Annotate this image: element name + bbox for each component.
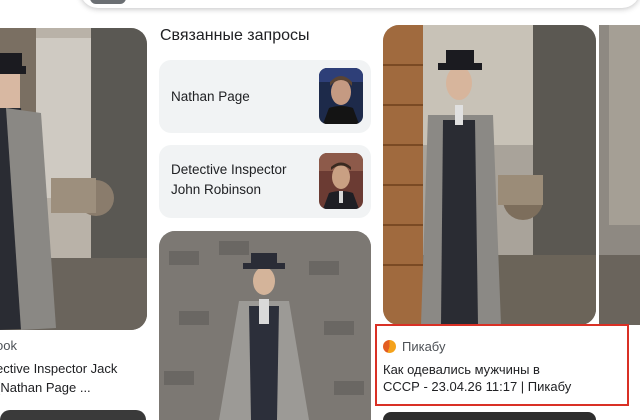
related-searches-heading: Связанные запросы: [160, 27, 310, 44]
result-title-line1[interactable]: Как одевались мужчины в: [383, 362, 540, 377]
search-bar[interactable]: [80, 0, 640, 8]
result-image-detective-left[interactable]: [0, 28, 147, 330]
related-search-detective-inspector[interactable]: Detective Inspector John Robinson: [159, 145, 371, 218]
result-image-detective-right[interactable]: [383, 25, 596, 325]
result-title-line2[interactable]: (Nathan Page ...: [0, 380, 91, 395]
search-image-thumbnail[interactable]: [90, 0, 126, 4]
related-search-nathan-page[interactable]: Nathan Page: [159, 60, 371, 133]
related-search-thumbnail: [319, 68, 363, 124]
pikabu-favicon-icon: [383, 339, 396, 353]
related-search-label: Nathan Page: [171, 89, 250, 104]
result-image-partial-right[interactable]: [599, 25, 640, 325]
next-result-image-peek[interactable]: [0, 410, 146, 420]
result-source-name: Пикабу: [402, 338, 446, 354]
next-result-image-peek[interactable]: [383, 412, 596, 420]
result-title-line2[interactable]: СССР - 23.04.26 11:17 | Пикабу: [383, 379, 571, 394]
result-source-name[interactable]: ook: [0, 338, 17, 353]
related-search-label-line1: Detective Inspector: [171, 162, 287, 177]
result-title-line1[interactable]: ective Inspector Jack: [0, 361, 117, 376]
related-search-label-line2: John Robinson: [171, 182, 262, 197]
result-image-detective-middle[interactable]: [159, 231, 371, 420]
related-search-label: Detective Inspector John Robinson: [171, 160, 287, 200]
result-source[interactable]: Пикабу: [383, 337, 445, 355]
related-search-thumbnail: [319, 153, 363, 209]
